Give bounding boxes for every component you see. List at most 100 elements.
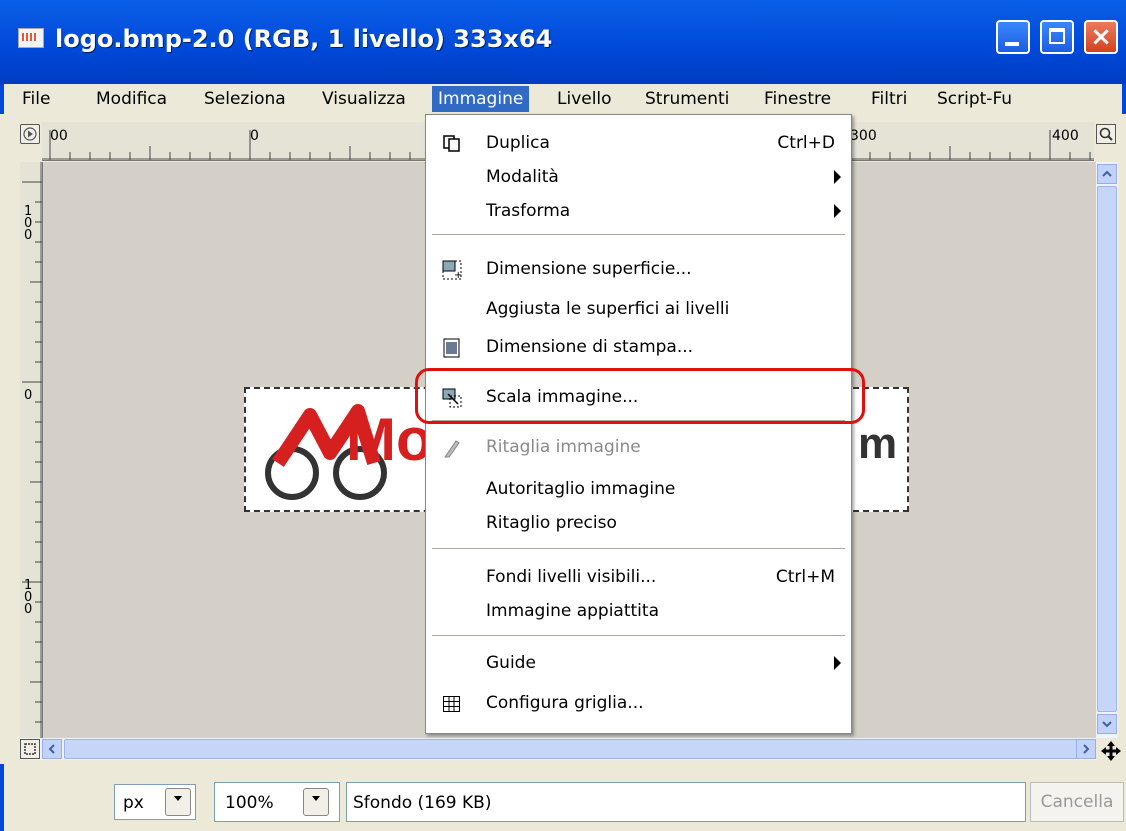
menu-item-shortcut: Ctrl+M (775, 567, 835, 587)
menu-item-label: Ritaglio preciso (486, 513, 617, 533)
menu-item-label: Autoritaglio immagine (486, 479, 676, 499)
menu-separator (432, 548, 845, 550)
ruler-ticks (22, 162, 42, 738)
menu-item-label: Guide (486, 653, 536, 673)
close-button[interactable]: × (1084, 20, 1118, 54)
menu-item-label: Aggiusta le superfici ai livelli (486, 299, 730, 319)
menu-visualizza[interactable]: Visualizza (322, 89, 406, 109)
zoom-select[interactable]: 100% (214, 782, 340, 822)
scroll-down-button[interactable] (1097, 714, 1117, 734)
minimize-button[interactable] (996, 20, 1030, 54)
zoom-dropdown-button[interactable] (303, 788, 329, 816)
ruler-label: 300 (850, 128, 877, 144)
navigate-icon (24, 743, 36, 755)
annotation-highlight (415, 368, 865, 424)
menu-filtri[interactable]: Filtri (871, 89, 907, 109)
menu-separator (432, 234, 845, 236)
cancel-button[interactable]: Cancella (1030, 782, 1124, 822)
menu-item-label: Modalità (486, 167, 559, 187)
chevron-down-icon (174, 796, 182, 801)
gimp-window-icon (18, 28, 44, 48)
play-icon (23, 127, 37, 141)
submenu-arrow-icon (834, 170, 841, 184)
menu-item-modalita[interactable]: Modalità (426, 163, 851, 193)
unit-value: px (123, 793, 144, 813)
menu-separator (432, 635, 845, 637)
chevron-right-icon (1083, 744, 1090, 754)
submenu-arrow-icon (834, 656, 841, 670)
menu-item-label: Ritaglia immagine (486, 437, 641, 457)
menu-modifica[interactable]: Modifica (96, 89, 167, 109)
menu-item-label: Trasforma (486, 201, 571, 221)
menu-item-label: Immagine appiattita (486, 601, 659, 621)
move-cross-icon[interactable] (1100, 740, 1122, 766)
close-icon: × (1090, 22, 1112, 52)
menu-file[interactable]: File (22, 89, 50, 109)
menu-item-label: Fondi livelli visibili... (486, 567, 657, 587)
menu-seleziona[interactable]: Seleziona (204, 89, 286, 109)
window-title: logo.bmp-2.0 (RGB, 1 livello) 333x64 (55, 25, 553, 53)
menu-item-ritaglio-preciso[interactable]: Ritaglio preciso (426, 509, 851, 539)
immagine-menu: Duplica Ctrl+D Modalità Trasforma + Dime… (425, 114, 852, 734)
menu-item-fondi-livelli[interactable]: Fondi livelli visibili... Ctrl+M (426, 563, 851, 593)
ruler-label: 1 0 0 (24, 578, 33, 617)
canvas-size-icon: + (442, 260, 462, 280)
zoom-value: 100% (225, 793, 274, 813)
menu-item-trasforma[interactable]: Trasforma (426, 197, 851, 227)
svg-text:+: + (454, 270, 462, 280)
print-size-icon (443, 338, 460, 358)
menu-item-immagine-appiattita[interactable]: Immagine appiattita (426, 597, 851, 627)
quick-mask-toggle-button[interactable] (20, 124, 40, 144)
ruler-label: 1 0 0 (24, 204, 33, 243)
menu-strumenti[interactable]: Strumenti (645, 89, 729, 109)
vertical-ruler[interactable]: 1 0 0 0 1 0 0 (20, 162, 43, 738)
layer-info-field: Sfondo (169 KB) (346, 782, 1026, 822)
menu-script-fu[interactable]: Script-Fu (937, 89, 1012, 109)
menu-item-duplica[interactable]: Duplica Ctrl+D (426, 129, 851, 159)
menu-item-label: Duplica (486, 133, 550, 153)
vertical-scroll-thumb[interactable] (1097, 186, 1117, 712)
menu-item-label: Dimensione superficie... (486, 259, 692, 279)
chevron-down-icon (1102, 721, 1112, 728)
four-arrows-icon (1101, 741, 1121, 761)
unit-dropdown-button[interactable] (165, 788, 191, 816)
title-bar[interactable]: logo.bmp-2.0 (RGB, 1 livello) 333x64 × (0, 0, 1126, 85)
grid-icon (443, 696, 460, 712)
scroll-up-button[interactable] (1097, 164, 1117, 184)
menu-bar: File Modifica Seleziona Visualizza Immag… (0, 84, 1126, 114)
menu-finestre[interactable]: Finestre (764, 89, 831, 109)
magnifier-icon (1099, 127, 1113, 141)
menu-item-configura-griglia[interactable]: Configura griglia... (426, 689, 851, 719)
crop-knife-icon (444, 440, 460, 458)
ruler-label: 00 (50, 128, 68, 144)
layer-info-text: Sfondo (169 KB) (353, 793, 492, 813)
ruler-label: 400 (1052, 128, 1079, 144)
menu-item-autoritaglio[interactable]: Autoritaglio immagine (426, 475, 851, 505)
ruler-label: 0 (24, 388, 33, 403)
navigate-image-button[interactable] (20, 739, 40, 759)
menu-item-dimensione-superficie[interactable]: + Dimensione superficie... (426, 255, 851, 285)
chevron-up-icon (1102, 170, 1112, 177)
zoom-button[interactable] (1096, 124, 1116, 144)
horizontal-scrollbar[interactable] (20, 738, 1096, 760)
scroll-right-button[interactable] (1076, 739, 1096, 759)
menu-item-guide[interactable]: Guide (426, 649, 851, 679)
maximize-button[interactable] (1040, 20, 1074, 54)
menu-livello[interactable]: Livello (557, 89, 612, 109)
vertical-scrollbar[interactable] (1096, 162, 1118, 738)
unit-select[interactable]: px (114, 784, 196, 820)
menu-item-ritaglia-immagine: Ritaglia immagine (426, 433, 851, 463)
chevron-down-icon (312, 796, 320, 801)
menu-item-shortcut: Ctrl+D (777, 133, 835, 153)
menu-item-label: Configura griglia... (486, 693, 644, 713)
logo-text-right: m (858, 419, 898, 468)
menu-item-aggiusta-superfici[interactable]: Aggiusta le superfici ai livelli (426, 295, 851, 325)
scroll-left-button[interactable] (42, 739, 62, 759)
menu-item-dimensione-stampa[interactable]: Dimensione di stampa... (426, 333, 851, 363)
submenu-arrow-icon (834, 204, 841, 218)
ruler-label: 0 (250, 128, 259, 144)
menu-immagine[interactable]: Immagine (432, 86, 530, 112)
menu-item-label: Dimensione di stampa... (486, 337, 694, 357)
chevron-left-icon (48, 744, 55, 754)
horizontal-scroll-thumb[interactable] (64, 739, 1080, 759)
